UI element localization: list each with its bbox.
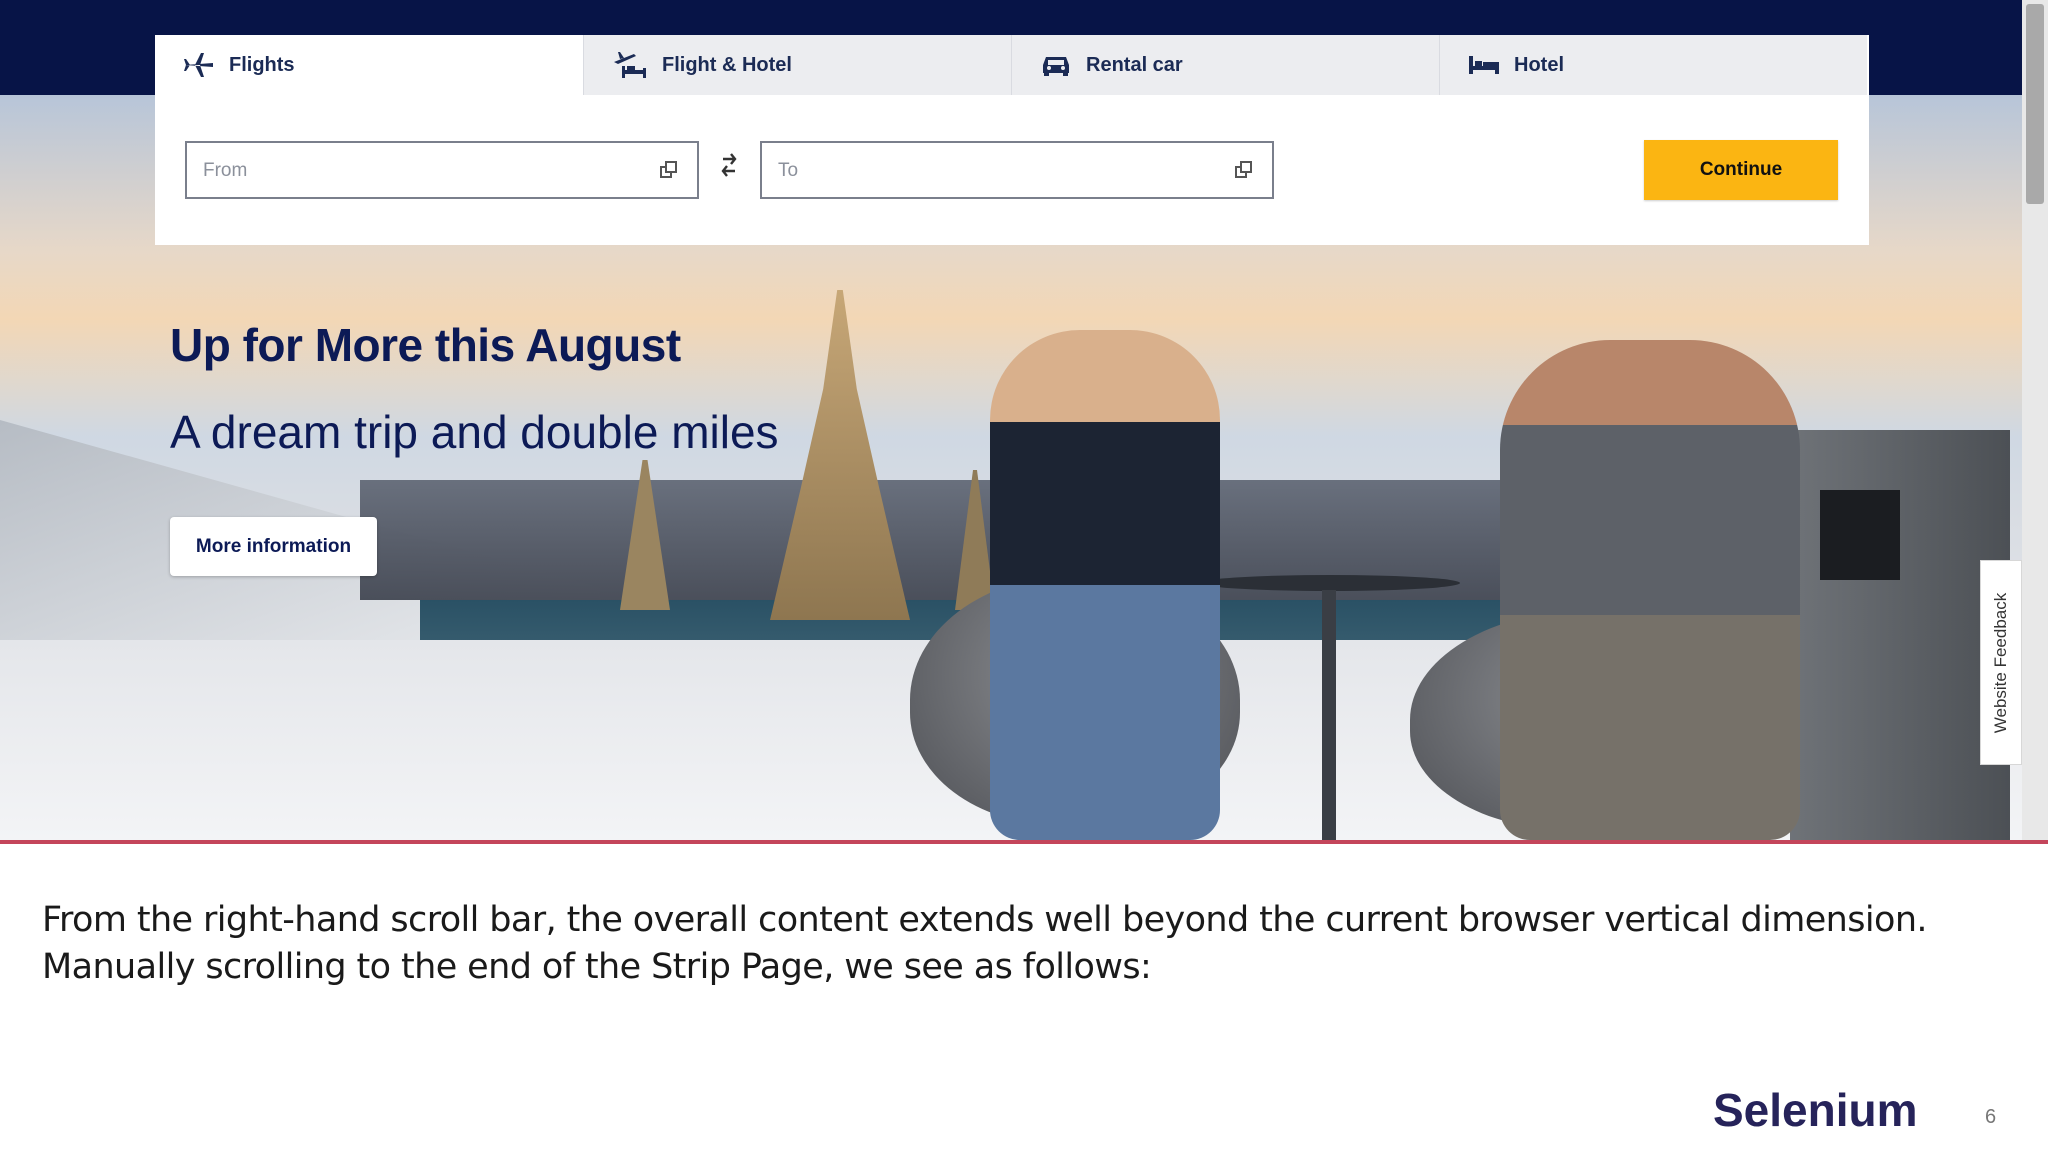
feedback-label: Website Feedback: [1991, 592, 2010, 733]
location-picker-icon[interactable]: [659, 160, 679, 180]
scrollbar-thumb[interactable]: [2026, 4, 2044, 204]
from-placeholder: From: [203, 160, 248, 181]
tab-label: Flights: [229, 53, 295, 76]
to-placeholder: To: [778, 160, 799, 181]
plane-icon: [184, 53, 213, 77]
tab-label: Rental car: [1086, 53, 1183, 76]
kiosk-slot: [1820, 490, 1900, 580]
browser-screenshot: Flights Flight & Hotel Rental car Hotel …: [0, 0, 2048, 840]
tab-flight-hotel[interactable]: Flight & Hotel: [583, 35, 1011, 95]
brand-logo-text: Selenium: [1713, 1084, 1918, 1136]
booking-tabs: Flights Flight & Hotel Rental car Hotel: [155, 35, 1869, 95]
hero-headline: Up for More this August: [170, 319, 681, 371]
tab-label: Hotel: [1514, 53, 1564, 76]
plane-bed-icon: [614, 52, 646, 78]
page-number: 6: [1985, 1106, 1997, 1128]
cafe-table: [1200, 575, 1460, 591]
swap-direction-icon[interactable]: [719, 151, 739, 179]
man-figure: [1500, 340, 1800, 840]
website-feedback-tab[interactable]: Website Feedback: [1980, 560, 2022, 765]
tab-hotel[interactable]: Hotel: [1439, 35, 1867, 95]
woman-figure: [990, 330, 1220, 840]
booking-widget: Flights Flight & Hotel Rental car Hotel …: [155, 35, 1869, 245]
tab-rental-car[interactable]: Rental car: [1011, 35, 1439, 95]
location-picker-icon[interactable]: [1234, 160, 1254, 180]
cafe-table-leg: [1322, 590, 1336, 840]
tab-flights[interactable]: Flights: [155, 35, 583, 95]
continue-button[interactable]: Continue: [1644, 140, 1838, 200]
more-information-button[interactable]: More information: [170, 517, 377, 576]
temple-spire: [770, 290, 910, 620]
from-field[interactable]: From: [185, 141, 699, 199]
to-field[interactable]: To: [760, 141, 1274, 199]
hero-subline: A dream trip and double miles: [170, 406, 779, 458]
car-icon: [1043, 57, 1069, 76]
slide-caption: From the right-hand scroll bar, the over…: [42, 900, 1928, 987]
bed-icon: [1469, 56, 1499, 74]
tab-label: Flight & Hotel: [662, 53, 792, 76]
slide-divider: [0, 840, 2048, 844]
